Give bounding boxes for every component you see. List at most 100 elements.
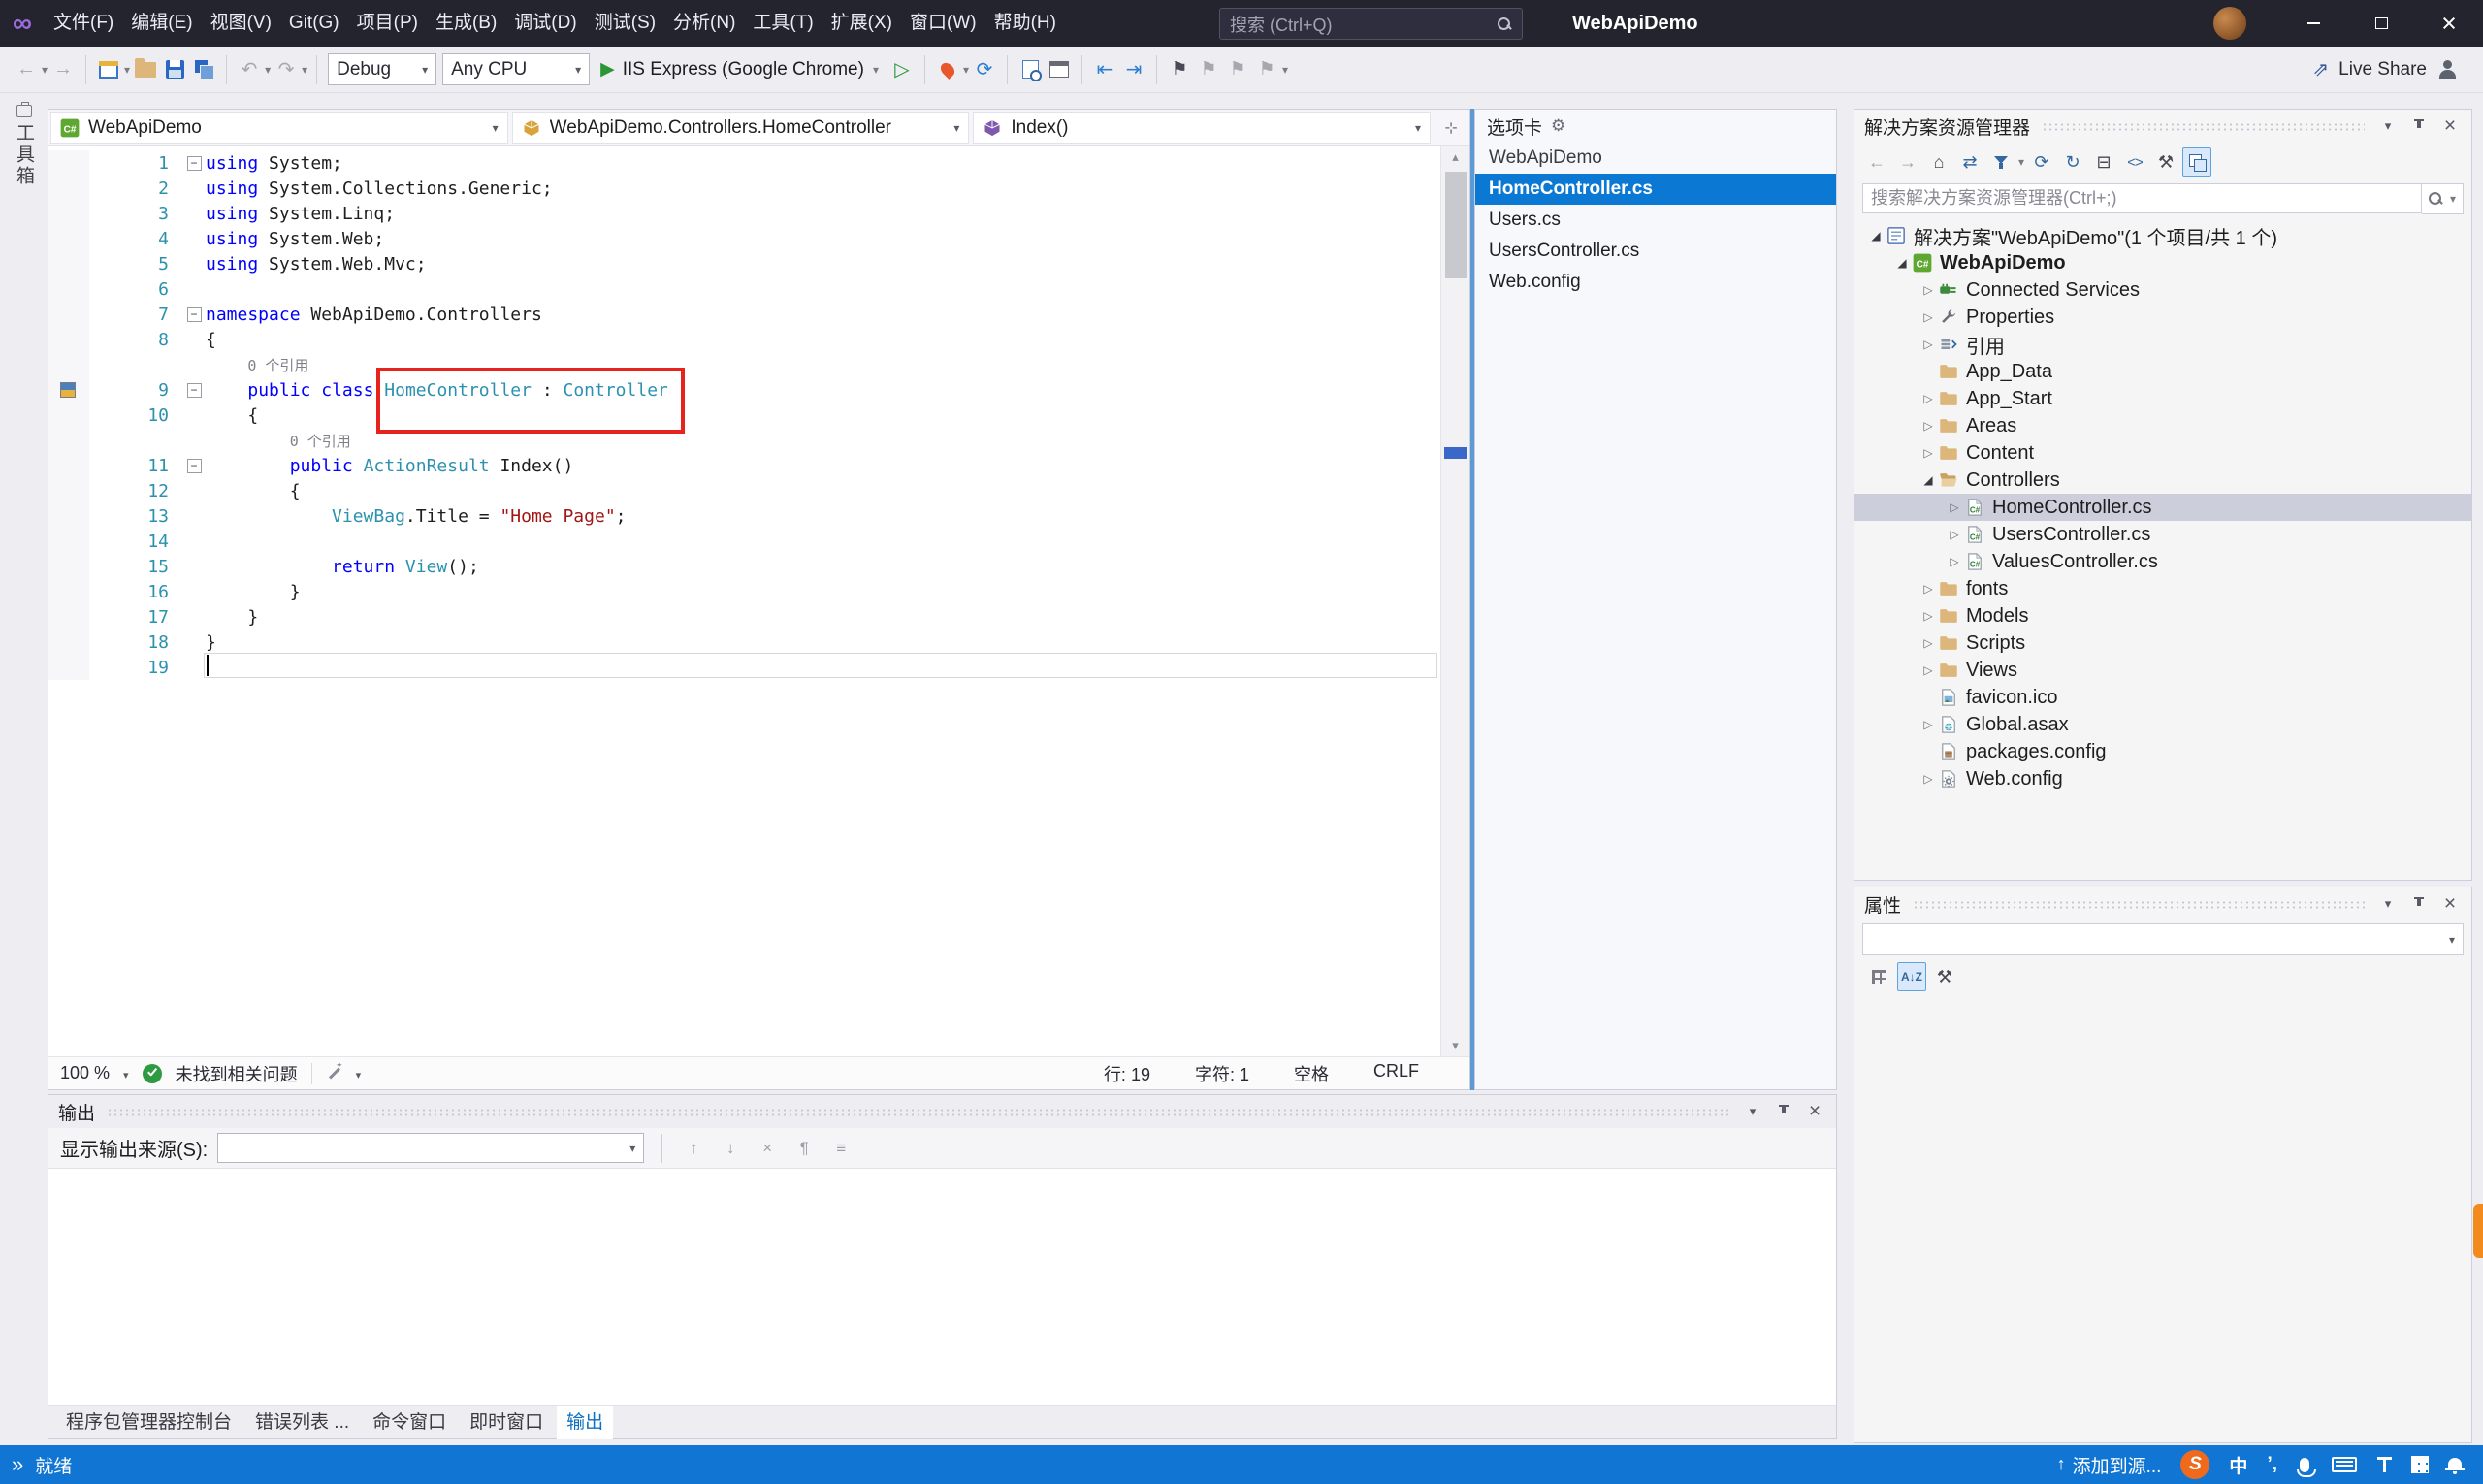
window-menu-icon[interactable] [2376,114,2400,138]
expander-icon[interactable] [1919,636,1938,650]
account-avatar[interactable] [2213,7,2246,40]
chevron-down-icon[interactable] [42,63,48,77]
menu-item[interactable]: 分析(N) [664,0,744,47]
start-debugging-button[interactable]: IIS Express (Google Chrome) [593,53,887,86]
code-line[interactable]: 18} [48,629,1469,655]
chevron-down-icon[interactable] [265,63,271,77]
output-clear-all-icon[interactable]: × [754,1135,781,1162]
menu-item[interactable]: 窗口(W) [901,0,985,47]
window-menu-icon[interactable] [1741,1100,1764,1123]
toggle-bookmark-icon[interactable] [1165,53,1194,86]
line-ending-indicator[interactable]: CRLF [1373,1061,1419,1086]
spaces-indicator[interactable]: 空格 [1294,1061,1329,1086]
tree-item[interactable]: C# ValuesController.cs [1854,548,2471,575]
tree-item[interactable]: Content [1854,439,2471,467]
type-dropdown[interactable]: WebApiDemo.Controllers.HomeController [511,112,970,144]
chevron-down-icon[interactable] [356,1063,362,1083]
search-icon[interactable] [1497,16,1512,32]
window-menu-icon[interactable] [2376,892,2400,916]
menu-item[interactable]: 测试(S) [586,0,664,47]
keyboard-icon[interactable] [2332,1457,2357,1472]
show-all-files-icon[interactable] [2182,147,2212,177]
document-tab[interactable]: Web.config [1475,267,1836,298]
output-next-message-icon[interactable]: ↓ [717,1135,744,1162]
tree-item[interactable]: Scripts [1854,629,2471,657]
close-panel-icon[interactable] [2438,114,2462,138]
navigate-back-icon[interactable] [12,53,41,86]
codelens-references[interactable]: 0 个引用 [247,355,308,375]
code-line[interactable]: 10 { [48,403,1469,428]
panel-drag-texture[interactable] [107,1107,1729,1116]
code-line[interactable]: 11 public ActionResult Index() [48,453,1469,478]
close-button[interactable] [2415,0,2483,47]
health-check-icon[interactable] [142,1063,162,1083]
code-line[interactable]: 2 using System.Collections.Generic; [48,176,1469,201]
live-share-icon[interactable] [2312,57,2329,81]
toolbox-tab[interactable]: 工具箱 [10,102,39,187]
collapse-all-icon[interactable] [2089,147,2118,177]
tree-item[interactable]: App_Start [1854,385,2471,412]
tree-item[interactable]: Global.asax [1854,711,2471,738]
code-line[interactable]: 1 using System; [48,150,1469,176]
ime-punctuation-indicator[interactable]: ’, [2267,1454,2277,1475]
code-line[interactable]: 3 using System.Linq; [48,201,1469,226]
fold-marker-icon[interactable] [186,382,202,398]
health-message[interactable]: 未找到相关问题 [176,1061,298,1086]
menu-item[interactable]: 文件(F) [45,0,122,47]
scroll-down-icon[interactable]: ▾ [1441,1035,1469,1056]
tree-item[interactable]: C# WebApiDemo [1854,249,2471,276]
undo-icon[interactable] [235,53,264,86]
refresh-icon[interactable] [2027,147,2056,177]
menu-item[interactable]: 工具(T) [744,0,822,47]
home-icon[interactable] [1924,147,1953,177]
output-prev-message-icon[interactable]: ↑ [680,1135,707,1162]
code-line[interactable]: 5 using System.Web.Mvc; [48,251,1469,276]
fold-marker-icon[interactable] [186,458,202,473]
tree-item[interactable]: Views [1854,657,2471,684]
document-tab[interactable]: Users.cs [1475,205,1836,236]
panel-tab[interactable]: 即时窗口 [460,1406,553,1439]
panel-tab[interactable]: 错误列表 ... [245,1406,359,1439]
scrollbar-thumb[interactable] [1445,172,1467,278]
expander-icon[interactable] [1919,283,1938,297]
new-project-button[interactable] [94,53,123,86]
tree-item[interactable]: C# HomeController.cs [1854,494,2471,521]
minimize-button[interactable] [2279,0,2347,47]
properties-object-dropdown[interactable] [1862,923,2464,955]
tree-item[interactable]: Controllers [1854,467,2471,494]
tree-item[interactable]: Connected Services [1854,276,2471,304]
restart-application-icon[interactable] [970,53,999,86]
next-bookmark-icon[interactable] [1223,53,1252,86]
quick-search-box[interactable]: 搜索 (Ctrl+Q) [1219,8,1523,40]
output-toggle-icon[interactable]: ≡ [827,1135,855,1162]
redo-icon[interactable] [272,53,301,86]
menu-item[interactable]: 项目(P) [348,0,427,47]
expander-icon[interactable] [1945,528,1964,541]
fold-marker-icon[interactable] [186,306,202,322]
filter-icon[interactable] [1986,147,2015,177]
panel-drag-texture[interactable] [1913,899,2365,909]
chevron-down-icon[interactable] [2018,155,2024,169]
maximize-button[interactable] [2347,0,2415,47]
code-line[interactable]: 6 [48,276,1469,302]
tree-item[interactable]: 解决方案"WebApiDemo"(1 个项目/共 1 个) [1854,222,2471,249]
expander-icon[interactable] [1919,718,1938,731]
ime-language-indicator[interactable]: 中 [2229,1452,2247,1478]
tree-item[interactable]: Properties [1854,304,2471,331]
close-panel-icon[interactable] [2438,892,2462,916]
solution-platform-dropdown[interactable]: Any CPU [442,53,591,85]
menu-item[interactable]: 扩展(X) [822,0,901,47]
menu-item[interactable]: Git(G) [280,0,348,47]
menu-item[interactable]: 调试(D) [505,0,585,47]
expander-icon[interactable] [1919,582,1938,596]
categorize-icon[interactable] [1864,962,1893,991]
tree-item[interactable]: App_Data [1854,358,2471,385]
member-dropdown[interactable]: Index() [973,112,1432,144]
solution-configuration-dropdown[interactable]: Debug [328,53,437,85]
notifications-bell-icon[interactable] [2445,1457,2465,1474]
chevron-down-icon[interactable] [963,63,969,77]
chevron-down-icon[interactable] [302,63,307,77]
expander-icon[interactable] [1919,392,1938,405]
chevron-down-icon[interactable] [124,63,130,77]
zoom-level-dropdown[interactable]: 100 % [60,1063,110,1083]
